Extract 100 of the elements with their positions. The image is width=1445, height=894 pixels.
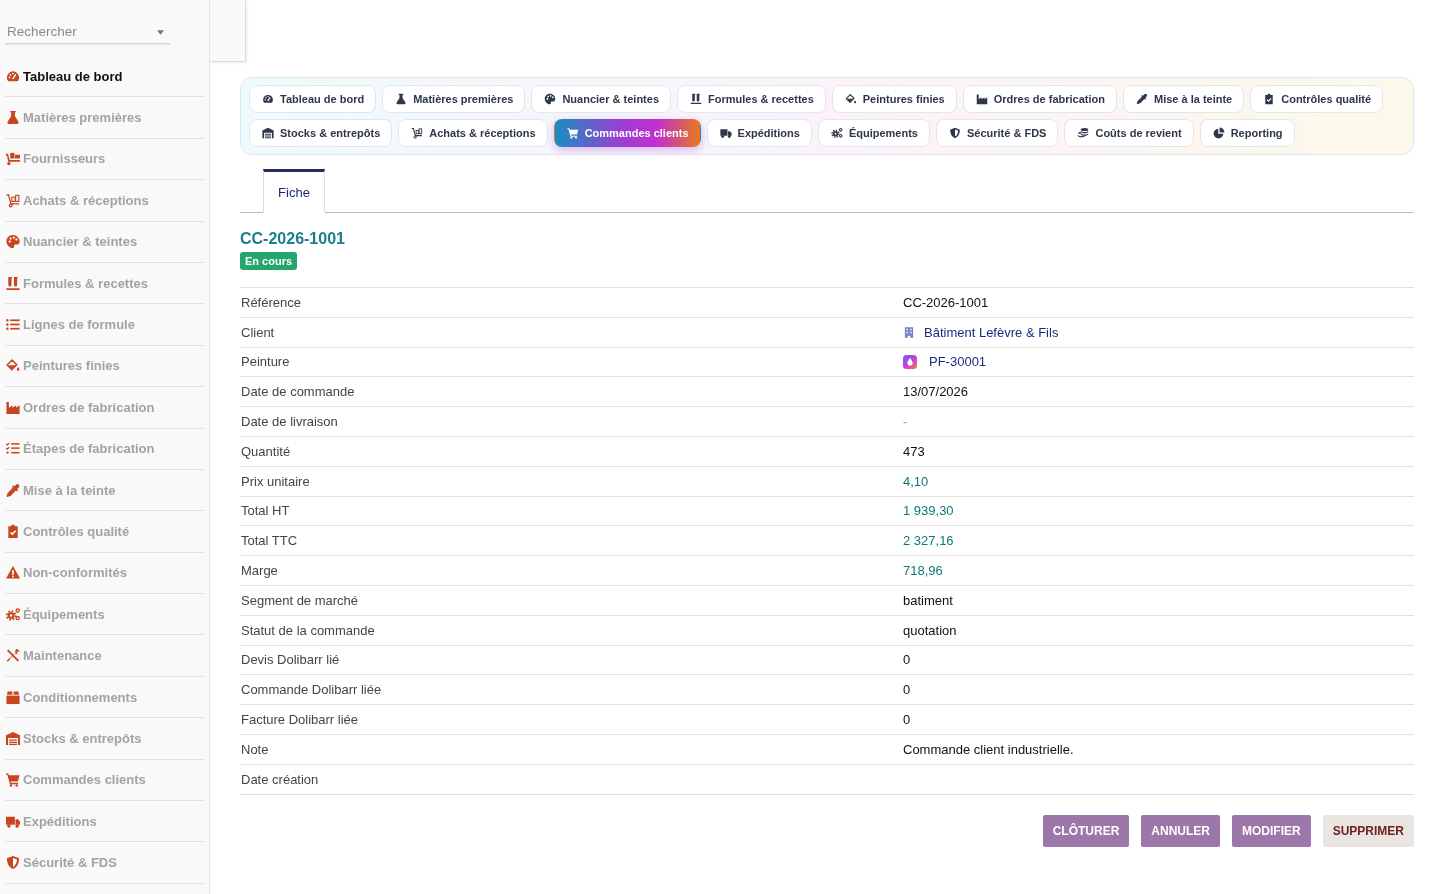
nav-button[interactable]: Stocks & entrepôts bbox=[249, 119, 393, 147]
sidebar-item[interactable]: Formules & recettes bbox=[5, 262, 204, 305]
coins-icon bbox=[1077, 127, 1090, 139]
gauge-icon bbox=[262, 93, 274, 105]
sidebar-item[interactable]: Matières premières bbox=[5, 97, 204, 139]
sidebar-item[interactable]: Tableau de bord bbox=[5, 56, 204, 98]
nav-button[interactable]: Commandes clients bbox=[553, 119, 701, 147]
nav-button[interactable]: Ordres de fabrication bbox=[962, 85, 1117, 113]
box-icon bbox=[5, 689, 21, 705]
sidebar-item[interactable]: Lignes de formule bbox=[5, 304, 204, 346]
building-icon bbox=[903, 325, 915, 339]
nav-button[interactable]: Expéditions bbox=[706, 119, 812, 147]
sidebar-item[interactable]: Nuancier & teintes bbox=[5, 221, 204, 263]
clipboard-check-icon bbox=[5, 524, 21, 539]
field-label: Référence bbox=[240, 294, 301, 310]
sidebar-item[interactable]: Non-conformités bbox=[5, 552, 204, 595]
flask-icon bbox=[395, 93, 408, 105]
dolly-icon bbox=[5, 192, 21, 208]
nav-button[interactable]: Contrôles qualité bbox=[1250, 85, 1384, 113]
field-value: 0 bbox=[903, 712, 911, 728]
test-tubes-icon bbox=[690, 93, 702, 105]
eyedropper-icon bbox=[5, 482, 21, 498]
field-value: 1 939,30 bbox=[903, 503, 954, 519]
sidebar-item[interactable]: Sécurité & FDS bbox=[5, 842, 204, 884]
nav-button[interactable]: Équipements bbox=[817, 119, 930, 147]
field-value: 0 bbox=[903, 652, 911, 668]
nav-button[interactable]: Formules & recettes bbox=[677, 85, 826, 113]
sidebar-item[interactable]: Peintures finies bbox=[5, 345, 204, 388]
nav-button[interactable]: Nuancier & teintes bbox=[531, 85, 671, 113]
nav-button[interactable]: Matières premières bbox=[382, 85, 526, 113]
field-label: Peinture bbox=[240, 354, 290, 370]
list-icon bbox=[5, 317, 21, 333]
nav-button[interactable]: Reporting bbox=[1199, 119, 1295, 147]
nav-button[interactable]: Mise à la teinte bbox=[1122, 85, 1245, 113]
action-button[interactable]: CLÔTURER bbox=[1042, 814, 1130, 847]
field-label: Devis Dolibarr lié bbox=[240, 652, 340, 668]
dolly-boxes-icon bbox=[5, 151, 21, 167]
sidebar-item[interactable]: Achats & réceptions bbox=[5, 180, 204, 222]
field-value: batiment bbox=[903, 592, 953, 608]
palette-icon bbox=[544, 93, 557, 105]
delete-button[interactable]: SUPPRIMER bbox=[1322, 814, 1414, 847]
action-button[interactable]: MODIFIER bbox=[1232, 814, 1311, 847]
field-label: Statut de la commande bbox=[240, 622, 375, 638]
gauge-icon bbox=[5, 68, 21, 84]
caret-icon bbox=[157, 30, 164, 35]
sidebar-item[interactable]: Mise à la teinte bbox=[5, 469, 204, 512]
palette-icon bbox=[5, 234, 21, 250]
warning-icon bbox=[5, 565, 21, 581]
field-label: Prix unitaire bbox=[240, 473, 310, 489]
field-value: - bbox=[903, 414, 908, 430]
action-button[interactable]: ANNULER bbox=[1141, 814, 1220, 847]
shield-icon bbox=[5, 855, 21, 871]
sidebar-item[interactable]: Commandes clients bbox=[5, 759, 204, 802]
record-title: CC-2026-1001 bbox=[240, 229, 345, 249]
pie-chart-icon bbox=[1212, 127, 1225, 139]
sidebar-item[interactable]: Stocks & entrepôts bbox=[5, 718, 204, 760]
sidebar-item[interactable]: Ordres de fabrication bbox=[5, 387, 204, 429]
drop-icon bbox=[903, 355, 917, 369]
sidebar-item[interactable]: Équipements bbox=[5, 594, 204, 636]
paint-link[interactable]: PF-30001 bbox=[903, 354, 987, 370]
dolly-icon bbox=[411, 127, 424, 139]
sidebar-item[interactable]: Contrôles qualité bbox=[5, 511, 204, 553]
nav-button[interactable]: Peintures finies bbox=[831, 85, 957, 113]
truck-icon bbox=[719, 127, 732, 139]
warehouse-icon bbox=[5, 730, 21, 746]
tab[interactable]: Fiche bbox=[263, 169, 325, 213]
cart-icon bbox=[566, 127, 579, 139]
field-value: 13/07/2026 bbox=[903, 384, 969, 400]
nav-button[interactable]: Tableau de bord bbox=[249, 85, 377, 113]
sidebar-item[interactable]: Conditionnements bbox=[5, 676, 204, 719]
field-value: CC-2026-1001 bbox=[903, 294, 989, 310]
field-label: Client bbox=[240, 324, 275, 340]
tools-icon bbox=[5, 648, 21, 664]
test-tubes-icon bbox=[5, 275, 21, 291]
field-value: quotation bbox=[903, 622, 957, 638]
nav-button[interactable]: Sécurité & FDS bbox=[935, 119, 1059, 147]
field-value: Commande client industrielle. bbox=[903, 741, 1074, 757]
factory-icon bbox=[5, 399, 21, 415]
nav-button[interactable]: Achats & réceptions bbox=[398, 119, 548, 147]
company-link[interactable]: Bâtiment Lefèvre & Fils bbox=[903, 324, 1059, 340]
warehouse-icon bbox=[262, 127, 274, 139]
field-label: Date de commande bbox=[240, 384, 355, 400]
status-badge: En cours bbox=[240, 252, 298, 270]
field-label: Date de livraison bbox=[240, 414, 338, 430]
field-label: Marge bbox=[240, 563, 278, 579]
sidebar-item[interactable]: Fournisseurs bbox=[5, 138, 204, 181]
sidebar-item[interactable]: Expéditions bbox=[5, 801, 204, 843]
field-label: Total HT bbox=[240, 503, 290, 519]
nav-button[interactable]: Coûts de revient bbox=[1064, 119, 1194, 147]
field-label: Quantité bbox=[240, 443, 291, 459]
factory-icon bbox=[975, 93, 988, 105]
shield-icon bbox=[948, 127, 961, 139]
field-value: 718,96 bbox=[903, 563, 943, 579]
search-select[interactable]: Rechercher bbox=[5, 20, 170, 44]
sidebar-item[interactable]: Maintenance bbox=[5, 635, 204, 677]
flask-icon bbox=[5, 110, 21, 126]
eyedropper-icon bbox=[1135, 93, 1148, 105]
cart-icon bbox=[5, 772, 21, 788]
sidebar-item[interactable]: Étapes de fabrication bbox=[5, 428, 204, 470]
checklist-icon bbox=[5, 441, 21, 457]
